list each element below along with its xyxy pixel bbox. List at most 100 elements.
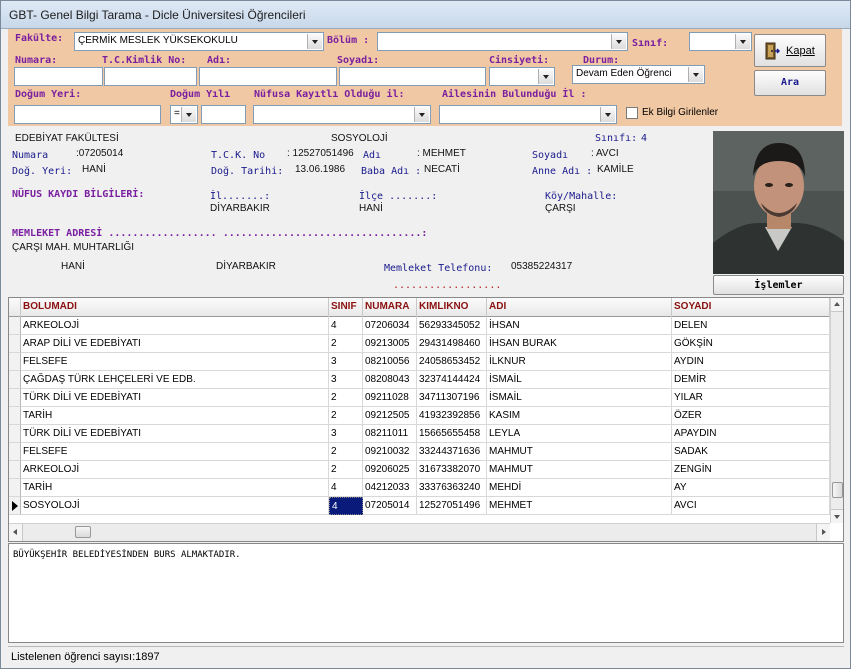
cell-kimlikno[interactable]: 15665655458 [417,425,487,443]
cell-adi[interactable]: LEYLA [487,425,672,443]
chevron-down-icon[interactable] [735,34,750,49]
chevron-down-icon[interactable] [307,34,322,49]
cell-sinif[interactable]: 4 [329,317,363,335]
tckimlik-input[interactable] [104,67,197,86]
cell-kimlikno[interactable]: 32374144424 [417,371,487,389]
dogum-yili-operator-select[interactable]: = [170,105,198,124]
cell-soyadi[interactable]: GÖKŞİN [672,335,830,353]
table-row[interactable]: TÜRK DİLİ VE EDEBİYATI 2 09211028 347113071… [9,389,831,407]
chevron-down-icon[interactable] [538,69,553,84]
column-header-soyadi[interactable]: SOYADI [672,298,830,317]
cell-soyadi[interactable]: DELEN [672,317,830,335]
islemler-button[interactable]: İşlemler [713,275,844,295]
cell-numara[interactable]: 09206025 [363,461,417,479]
row-selector[interactable] [9,497,21,515]
fakulte-select[interactable]: ÇERMİK MESLEK YÜKSEKOKULU [74,32,324,51]
row-selector[interactable] [9,371,21,389]
dogum-yili-input[interactable] [201,105,246,124]
table-row[interactable]: ARKEOLOJİ 4 07206034 56293345052 İHSAN DELEN [9,317,831,335]
sinif-select[interactable] [689,32,752,51]
chevron-down-icon[interactable] [600,107,615,122]
cell-adi[interactable]: MEHDİ [487,479,672,497]
scroll-up-icon[interactable] [831,298,843,312]
dogum-yeri-input[interactable] [14,105,161,124]
cell-adi[interactable]: MAHMUT [487,443,672,461]
row-selector[interactable] [9,389,21,407]
cinsiyet-select[interactable] [489,67,555,86]
adi-input[interactable] [199,67,337,86]
cell-soyadi[interactable]: AYDIN [672,353,830,371]
cell-bolumadi[interactable]: ÇAĞDAŞ TÜRK LEHÇELERİ VE EDB. [21,371,329,389]
row-selector[interactable] [9,353,21,371]
cell-numara[interactable]: 07206034 [363,317,417,335]
cell-kimlikno[interactable]: 33376363240 [417,479,487,497]
row-selector[interactable] [9,317,21,335]
aile-il-select[interactable] [439,105,617,124]
cell-soyadi[interactable]: AY [672,479,830,497]
hscroll-thumb[interactable] [75,526,91,538]
cell-kimlikno[interactable]: 24058653452 [417,353,487,371]
cell-soyadi[interactable]: DEMİR [672,371,830,389]
cell-numara[interactable]: 09212505 [363,407,417,425]
cell-bolumadi[interactable]: TÜRK DİLİ VE EDEBİYATI [21,425,329,443]
cell-kimlikno[interactable]: 34711307196 [417,389,487,407]
cell-adi[interactable]: İHSAN BURAK [487,335,672,353]
table-row[interactable]: TARİH 4 04212033 33376363240 MEHDİ AY [9,479,831,497]
cell-bolumadi[interactable]: ARKEOLOJİ [21,461,329,479]
cell-numara[interactable]: 09210032 [363,443,417,461]
durum-select[interactable]: Devam Eden Öğrenci [572,65,705,84]
cell-adi[interactable]: İSMAİL [487,389,672,407]
cell-kimlikno[interactable]: 31673382070 [417,461,487,479]
row-selector[interactable] [9,335,21,353]
cell-soyadi[interactable]: APAYDIN [672,425,830,443]
cell-sinif[interactable]: 2 [329,461,363,479]
cell-sinif[interactable]: 4 [329,497,363,515]
cell-sinif[interactable]: 3 [329,371,363,389]
table-row[interactable]: TÜRK DİLİ VE EDEBİYATI 3 08211011 156656554… [9,425,831,443]
cell-adi[interactable]: İHSAN [487,317,672,335]
cell-numara[interactable]: 08210056 [363,353,417,371]
cell-bolumadi[interactable]: TÜRK DİLİ VE EDEBİYATI [21,389,329,407]
cell-bolumadi[interactable]: ARAP DİLİ VE EDEBİYATI [21,335,329,353]
soyadi-input[interactable] [339,67,486,86]
bolum-select[interactable] [377,32,628,51]
cell-sinif[interactable]: 4 [329,479,363,497]
scroll-thumb[interactable] [832,482,843,498]
column-header-kimlikno[interactable]: KIMLIKNO [417,298,487,317]
notes-area[interactable]: BÜYÜKŞEHİR BELEDİYESİNDEN BURS ALMAKTADI… [8,543,844,643]
cell-kimlikno[interactable]: 41932392856 [417,407,487,425]
scroll-left-icon[interactable] [9,524,23,541]
cell-soyadi[interactable]: AVCI [672,497,830,515]
row-selector[interactable] [9,479,21,497]
scroll-right-icon[interactable] [816,524,830,541]
chevron-down-icon[interactable] [688,67,703,82]
cell-kimlikno[interactable]: 12527051496 [417,497,487,515]
numara-input[interactable] [14,67,103,86]
cell-adi[interactable]: MEHMET [487,497,672,515]
table-row[interactable]: SOSYOLOJİ 4 07205014 12527051496 MEHMET AVCI [9,497,831,515]
cell-bolumadi[interactable]: TARİH [21,407,329,425]
cell-adi[interactable]: İSMAİL [487,371,672,389]
table-row[interactable]: ARAP DİLİ VE EDEBİYATI 2 09213005 294314984… [9,335,831,353]
column-header-numara[interactable]: NUMARA [363,298,417,317]
grid-horizontal-scrollbar[interactable] [9,523,830,541]
cell-adi[interactable]: İLKNUR [487,353,672,371]
cell-numara[interactable]: 09213005 [363,335,417,353]
kapat-button[interactable]: Kapat [754,34,826,67]
student-grid[interactable]: BOLUMADI SINIF NUMARA KIMLIKNO ADI SOYAD… [8,297,844,542]
cell-soyadi[interactable]: SADAK [672,443,830,461]
ara-button[interactable]: Ara [754,70,826,96]
table-row[interactable]: FELSEFE 3 08210056 24058653452 İLKNUR AYDIN [9,353,831,371]
table-row[interactable]: TARİH 2 09212505 41932392856 KASIM ÖZER [9,407,831,425]
cell-bolumadi[interactable]: ARKEOLOJİ [21,317,329,335]
chevron-down-icon[interactable] [181,107,196,122]
cell-soyadi[interactable]: ZENGİN [672,461,830,479]
row-selector[interactable] [9,461,21,479]
cell-adi[interactable]: MAHMUT [487,461,672,479]
cell-sinif[interactable]: 3 [329,425,363,443]
row-selector[interactable] [9,443,21,461]
column-header-adi[interactable]: ADI [487,298,672,317]
cell-sinif[interactable]: 2 [329,389,363,407]
cell-bolumadi[interactable]: TARİH [21,479,329,497]
nufus-il-select[interactable] [253,105,431,124]
